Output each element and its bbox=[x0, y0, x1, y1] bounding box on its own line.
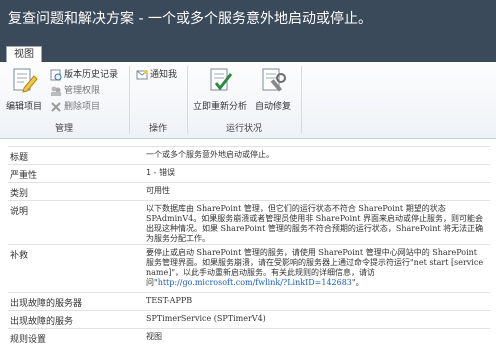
edit-item-label: 编辑项目 bbox=[5, 102, 42, 112]
page-title: 复查问题和解决方案 - 一个或多个服务意外地启动或停止。 bbox=[8, 11, 372, 27]
alert-me-label: 通知我 bbox=[150, 70, 178, 80]
detail-label: 说明 bbox=[10, 207, 29, 217]
version-history-button[interactable]: 版本历史记录 bbox=[50, 67, 118, 81]
detail-row-severity: 严重性 1 - 错误 bbox=[8, 164, 490, 183]
detail-value: 1 - 错误 bbox=[146, 168, 176, 177]
version-history-label: 版本历史记录 bbox=[64, 70, 119, 80]
detail-label: 标题 bbox=[10, 153, 29, 163]
detail-row-remedy: 补救 要停止或启动 SharePoint 管理的服务，请使用 SharePoin… bbox=[8, 244, 490, 293]
alert-me-button[interactable]: 通知我 bbox=[136, 67, 177, 81]
ribbon-separator bbox=[301, 66, 302, 134]
detail-value: SPTimerService (SPTimerV4) bbox=[146, 314, 266, 323]
ribbon-group-label-health: 运行状况 bbox=[225, 124, 262, 134]
manage-permissions-button[interactable]: 管理权限 bbox=[50, 83, 100, 97]
ribbon-group-label-manage: 管理 bbox=[54, 124, 73, 134]
detail-label: 规则设置 bbox=[10, 335, 47, 345]
ribbon-group-manage: 编辑项目 版本历史记录 管理权限 删除项目 管理 bbox=[0, 62, 128, 138]
edit-item-icon bbox=[13, 68, 38, 93]
reanalyze-icon bbox=[210, 68, 233, 91]
ribbon-group-health: 立即重新分析 自动修复 运行状况 bbox=[188, 62, 300, 138]
detail-row-rule-settings: 规则设置 视图 bbox=[8, 328, 490, 347]
detail-label: 出现故障的服务 bbox=[10, 317, 74, 327]
detail-label: 出现故障的服务器 bbox=[10, 299, 83, 309]
ribbon-tab-strip: 视图 bbox=[0, 40, 496, 63]
title-bar: 复查问题和解决方案 - 一个或多个服务意外地启动或停止。 bbox=[0, 0, 496, 40]
detail-label: 类别 bbox=[10, 189, 29, 199]
manage-permissions-label: 管理权限 bbox=[64, 86, 101, 96]
alert-icon bbox=[136, 69, 148, 79]
detail-value: 一个或多个服务意外地启动或停止。 bbox=[146, 150, 274, 159]
ribbon-group-actions: 通知我 操作 bbox=[130, 62, 186, 138]
delete-item-button[interactable]: 删除项目 bbox=[50, 99, 100, 113]
detail-value: 可用性 bbox=[146, 186, 170, 195]
detail-value: TEST-APPB bbox=[146, 296, 193, 305]
ribbon-group-label-actions: 操作 bbox=[148, 124, 167, 134]
edit-item-button[interactable]: 编辑项目 bbox=[2, 64, 46, 114]
reanalyze-now-label: 立即重新分析 bbox=[192, 102, 247, 112]
detail-row-failing-server: 出现故障的服务器 TEST-APPB bbox=[8, 292, 490, 311]
delete-item-label: 删除项目 bbox=[64, 102, 101, 112]
version-history-icon bbox=[50, 69, 62, 80]
delete-icon bbox=[51, 101, 61, 112]
auto-repair-button[interactable]: 自动修复 bbox=[250, 64, 296, 114]
detail-row-category: 类别 可用性 bbox=[8, 182, 490, 201]
help-link[interactable]: http://go.microsoft.com/fwlink/?LinkID=1… bbox=[158, 278, 352, 287]
detail-row-title: 标题 一个或多个服务意外地启动或停止。 bbox=[8, 146, 490, 165]
ribbon: 编辑项目 版本历史记录 管理权限 删除项目 管理 通知我 操作 立即重新分析 自… bbox=[0, 62, 496, 139]
detail-label: 补救 bbox=[10, 251, 29, 261]
detail-label: 严重性 bbox=[10, 171, 38, 181]
auto-repair-label: 自动修复 bbox=[254, 102, 291, 112]
tab-view[interactable]: 视图 bbox=[6, 46, 42, 63]
repair-icon bbox=[262, 68, 286, 92]
reanalyze-now-button[interactable]: 立即重新分析 bbox=[192, 64, 248, 114]
permissions-icon bbox=[51, 86, 61, 96]
detail-row-failing-service: 出现故障的服务 SPTimerService (SPTimerV4) bbox=[8, 310, 490, 329]
detail-value: 要停止或启动 SharePoint 管理的服务，请使用 SharePoint 管… bbox=[146, 248, 486, 288]
detail-value: 以下数据库由 SharePoint 管理，但它们的运行状态不符合 SharePo… bbox=[146, 204, 484, 243]
rule-settings-view-link[interactable]: 视图 bbox=[146, 332, 486, 342]
remedy-suffix: "。 bbox=[351, 278, 364, 287]
detail-row-explanation: 说明 以下数据库由 SharePoint 管理，但它们的运行状态不符合 Shar… bbox=[8, 200, 490, 245]
